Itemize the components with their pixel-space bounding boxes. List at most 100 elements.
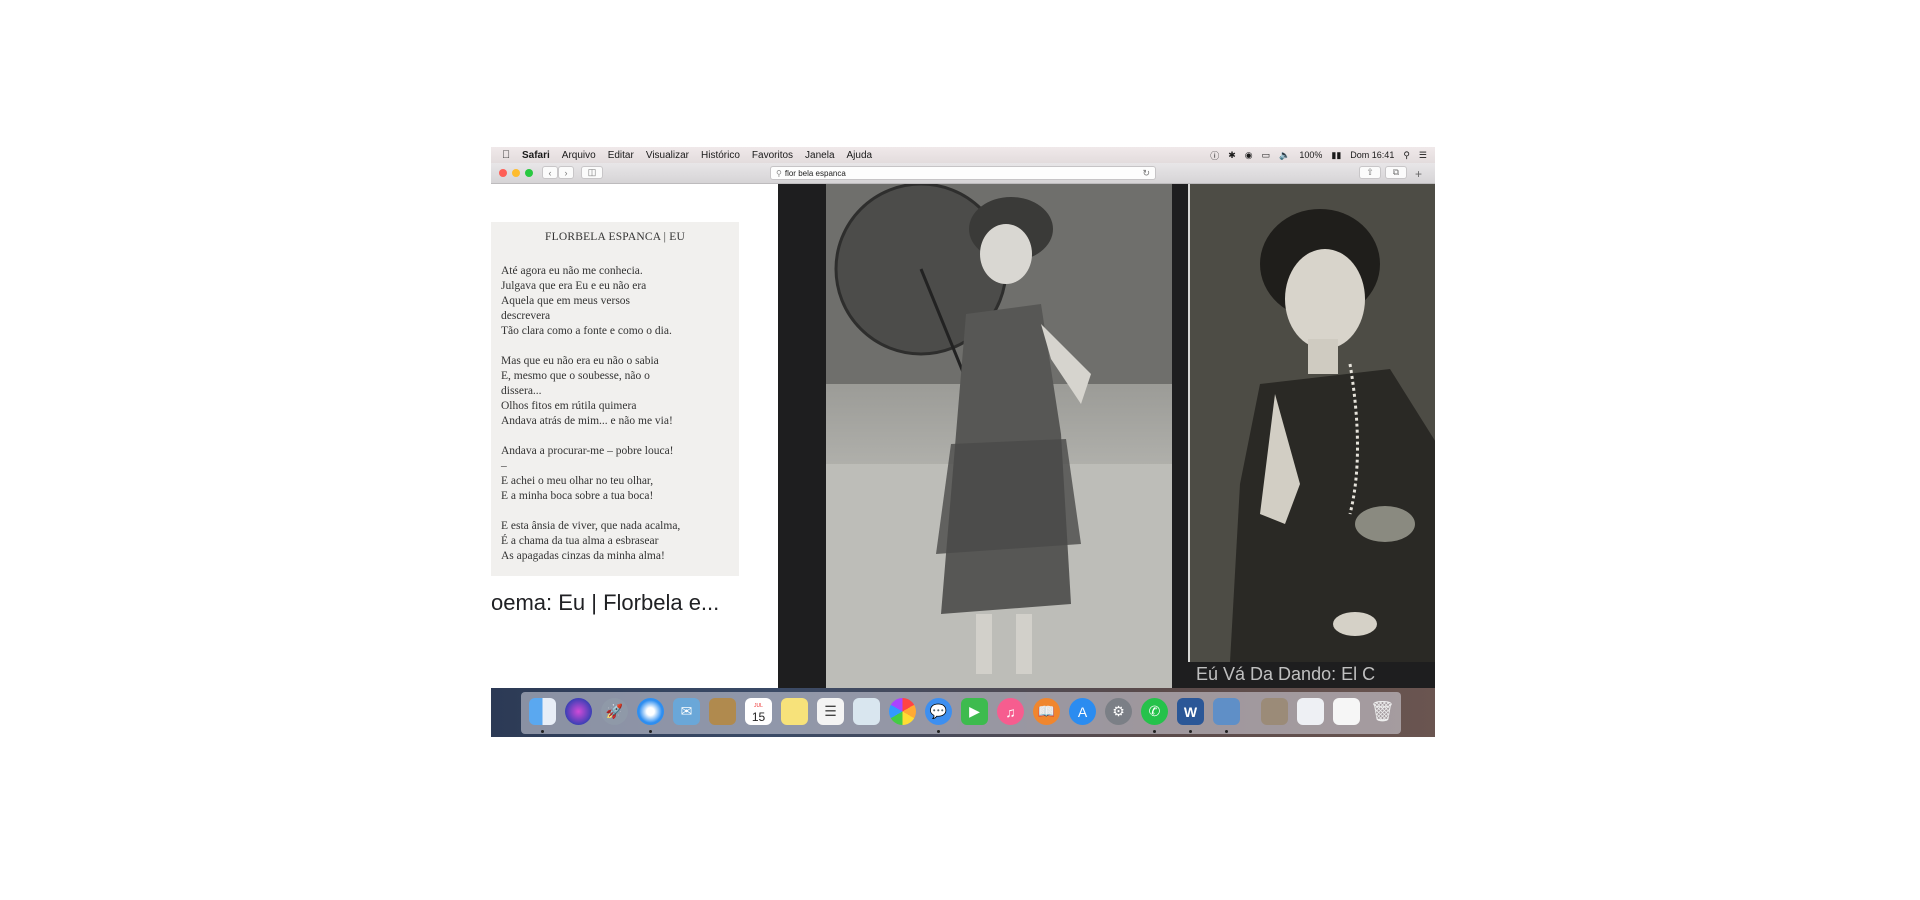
address-text: flor bela espanca — [784, 168, 846, 178]
accessibility-icon[interactable]: ⓘ — [1210, 149, 1219, 162]
poem-stanza-4: E esta ânsia de viver, que nada acalma, … — [501, 519, 680, 564]
dock: 🚀 ✉ JUL 15 ☰ 💬 ▶ ♫ 📖 A ⚙ ✆ W 🗑 — [491, 688, 1435, 737]
photo-seated-woman[interactable] — [1188, 184, 1435, 662]
sidebar-button[interactable]: ◫ — [581, 166, 603, 179]
battery-icon[interactable]: ▮▮ — [1331, 150, 1341, 161]
menu-item-favoritos[interactable]: Favoritos — [752, 150, 793, 161]
menu-item-visualizar[interactable]: Visualizar — [646, 150, 689, 161]
finder-icon[interactable] — [529, 698, 556, 725]
back-button[interactable]: ‹ — [542, 166, 558, 179]
running-indicator — [1153, 730, 1156, 733]
search-icon: ⚲ — [776, 168, 782, 178]
battery-percent: 100% — [1299, 150, 1323, 160]
share-icon: ⇧ — [1366, 167, 1374, 177]
poem-line: E, mesmo que o soubesse, não o — [501, 370, 650, 382]
poem-line: Mas que eu não era eu não o sabia — [501, 355, 659, 367]
poem-line: Aquela que em meus versos — [501, 295, 631, 307]
browser-toolbar: ‹ › ◫ ⚲ flor bela espanca ↻ ⇧ ⧉ + — [491, 163, 1435, 184]
running-indicator — [1189, 730, 1192, 733]
document-icon[interactable] — [1297, 698, 1324, 725]
poem-line: Até agora eu não me conhecia. — [501, 265, 643, 277]
notes-icon[interactable] — [781, 698, 808, 725]
calendar-icon[interactable]: JUL 15 — [745, 698, 772, 725]
tabs-overview-button[interactable]: ⧉ — [1385, 166, 1407, 179]
poem-title: FLORBELA ESPANCA | EU — [545, 231, 685, 243]
spotlight-icon[interactable]: ⚲ — [1403, 150, 1410, 161]
photo2-illustration — [1190, 184, 1435, 662]
mail-icon[interactable]: ✉ — [673, 698, 700, 725]
poem-line: Olhos fitos em rútila quimera — [501, 400, 637, 412]
trash-icon[interactable]: 🗑 — [1369, 698, 1396, 725]
file-icon[interactable] — [1333, 698, 1360, 725]
zoom-window-button[interactable] — [525, 169, 533, 177]
poem-line: – — [501, 460, 507, 472]
image-capture-icon[interactable] — [1213, 698, 1240, 725]
notification-center-icon[interactable]: ☰ — [1419, 150, 1427, 161]
address-bar[interactable]: ⚲ flor bela espanca ↻ — [770, 166, 1156, 180]
poem-line: dissera... — [501, 385, 542, 397]
poem-line: descrevera — [501, 310, 551, 322]
tabs-icon: ⧉ — [1392, 167, 1400, 177]
running-indicator — [1225, 730, 1228, 733]
menu-item-historico[interactable]: Histórico — [701, 150, 740, 161]
ibooks-icon[interactable]: 📖 — [1033, 698, 1060, 725]
menu-item-ajuda[interactable]: Ajuda — [847, 150, 873, 161]
reload-icon[interactable]: ↻ — [1142, 168, 1150, 179]
share-button[interactable]: ⇧ — [1359, 166, 1381, 179]
result-card-poem[interactable]: FLORBELA ESPANCA | EU Até agora eu não m… — [491, 184, 778, 688]
system-preferences-icon[interactable]: ⚙ — [1105, 698, 1132, 725]
poem-line: E esta ânsia de viver, que nada acalma, — [501, 520, 681, 532]
poem-line: As apagadas cinzas da minha alma! — [501, 550, 665, 562]
running-indicator — [649, 730, 652, 733]
volume-icon[interactable]: 🔈 — [1279, 150, 1290, 161]
menu-item-arquivo[interactable]: Arquivo — [562, 150, 596, 161]
safari-icon[interactable] — [637, 698, 664, 725]
menu-app-name[interactable]: Safari — [522, 150, 550, 161]
messages-icon[interactable]: 💬 — [925, 698, 952, 725]
folder-icon[interactable] — [1261, 698, 1288, 725]
poem-line: Julgava que era Eu e eu não era — [501, 280, 647, 292]
preview-icon[interactable] — [853, 698, 880, 725]
itunes-icon[interactable]: ♫ — [997, 698, 1024, 725]
menu-bar:  Safari Arquivo Editar Visualizar Histó… — [491, 147, 1435, 163]
new-tab-button[interactable]: + — [1415, 167, 1422, 181]
siri-icon[interactable] — [565, 698, 592, 725]
airplay-icon[interactable]: ▭ — [1262, 150, 1271, 161]
poem-line: É a chama da tua alma a esbrasear — [501, 535, 659, 547]
poem-line: E achei o meu olhar no teu olhar, — [501, 475, 654, 487]
close-window-button[interactable] — [499, 169, 507, 177]
result-caption[interactable]: oema: Eu | Florbela e... — [491, 590, 776, 616]
apple-menu-icon[interactable]:  — [502, 149, 514, 161]
menu-item-janela[interactable]: Janela — [805, 150, 834, 161]
poem-line: Andava a procurar-me – pobre louca! — [501, 445, 674, 457]
poem-line: Andava atrás de mim... e não me via! — [501, 415, 673, 427]
result-caption-2[interactable]: Eú Vá Da Dando: El C — [1196, 664, 1375, 685]
reminders-icon[interactable]: ☰ — [817, 698, 844, 725]
contacts-icon[interactable] — [709, 698, 736, 725]
whatsapp-icon[interactable]: ✆ — [1141, 698, 1168, 725]
word-icon[interactable]: W — [1177, 698, 1204, 725]
wifi-icon[interactable]: ◉ — [1245, 150, 1253, 161]
poem-stanza-2: Mas que eu não era eu não o sabia E, mes… — [501, 354, 673, 429]
facetime-icon[interactable]: ▶ — [961, 698, 988, 725]
poem-stanza-3: Andava a procurar-me – pobre louca! – E … — [501, 444, 674, 504]
minimize-window-button[interactable] — [512, 169, 520, 177]
poem-image[interactable]: FLORBELA ESPANCA | EU Até agora eu não m… — [491, 222, 739, 576]
forward-button[interactable]: › — [558, 166, 574, 179]
poem-stanza-1: Até agora eu não me conhecia. Julgava qu… — [501, 264, 672, 339]
bluetooth-icon[interactable]: ✱ — [1228, 150, 1236, 161]
running-indicator — [937, 730, 940, 733]
photos-icon[interactable] — [889, 698, 916, 725]
page-content: FLORBELA ESPANCA | EU Até agora eu não m… — [491, 184, 1435, 688]
photo-woman-with-parasol[interactable] — [826, 184, 1172, 688]
launchpad-icon[interactable]: 🚀 — [601, 698, 628, 725]
chevron-right-icon: › — [564, 167, 568, 178]
chevron-left-icon: ‹ — [548, 167, 552, 178]
menu-item-editar[interactable]: Editar — [608, 150, 634, 161]
screen:  Safari Arquivo Editar Visualizar Histó… — [491, 147, 1435, 737]
status-area: ⓘ ✱ ◉ ▭ 🔈 100% ▮▮ Dom 16:41 ⚲ ☰ — [1201, 147, 1427, 163]
appstore-icon[interactable]: A — [1069, 698, 1096, 725]
clock[interactable]: Dom 16:41 — [1350, 150, 1394, 160]
running-indicator — [541, 730, 544, 733]
poem-line: E a minha boca sobre a tua boca! — [501, 490, 654, 502]
